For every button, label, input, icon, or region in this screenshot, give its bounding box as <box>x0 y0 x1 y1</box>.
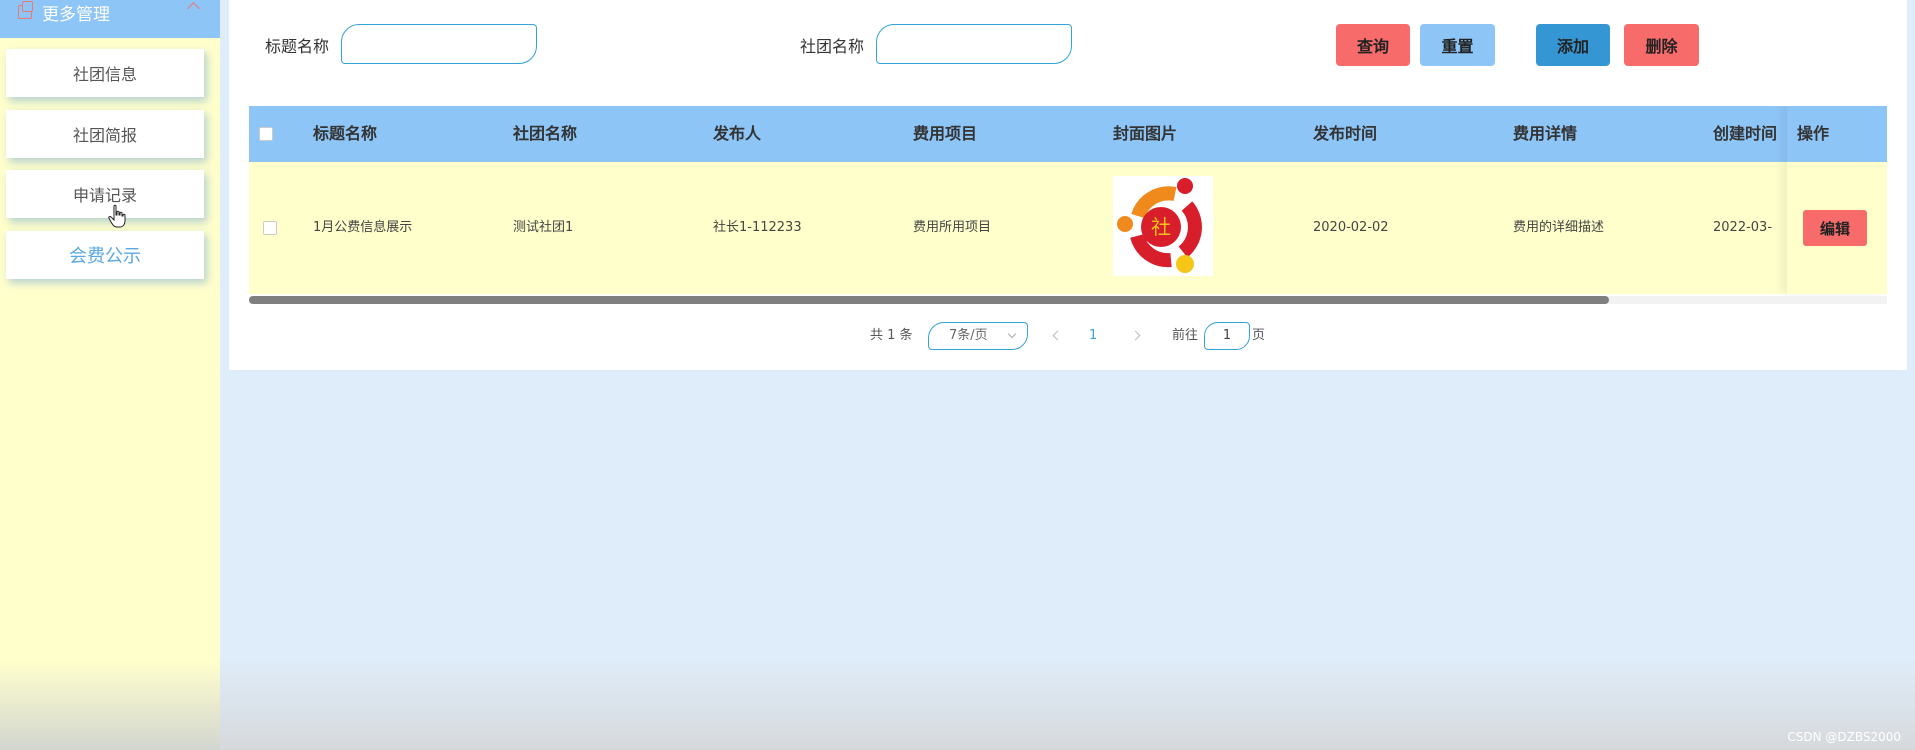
select-all-checkbox[interactable] <box>259 127 273 141</box>
hand-cursor-icon <box>108 204 126 228</box>
column-header-publish-time: 发布时间 <box>1313 124 1378 143</box>
column-header-cover: 封面图片 <box>1113 124 1178 143</box>
sidebar-item-label: 会费公示 <box>69 246 141 267</box>
content-panel: 标题名称 社团名称 查询 重置 添加 删除 标题名称 社团名称 发布人 费用项目… <box>229 0 1907 370</box>
scrollbar-thumb[interactable] <box>249 296 1609 304</box>
cover-image: 社 <box>1113 176 1213 276</box>
club-search-input[interactable] <box>876 24 1072 64</box>
page-unit-label: 页 <box>1252 328 1266 343</box>
sidebar-item-apply-records[interactable]: 申请记录 <box>6 170 204 218</box>
club-search-label: 社团名称 <box>800 37 865 56</box>
copy-icon <box>18 1 33 19</box>
column-header-fee-detail: 费用详情 <box>1513 124 1578 143</box>
table-row <box>249 162 1887 294</box>
page-size-value: 7条/页 <box>949 328 988 343</box>
sidebar-group-label: 更多管理 <box>42 4 110 25</box>
pagination-total: 共 1 条 <box>870 328 913 343</box>
prev-page-icon[interactable] <box>1052 330 1063 341</box>
sidebar-group-header[interactable]: 更多管理 <box>0 0 220 38</box>
svg-text:社: 社 <box>1151 215 1171 239</box>
sidebar: 更多管理 社团信息 社团简报 申请记录 会费公示 <box>0 0 220 750</box>
reset-button[interactable]: 重置 <box>1420 24 1495 66</box>
goto-page-input[interactable]: 1 <box>1204 322 1250 350</box>
edit-button[interactable]: 编辑 <box>1803 210 1867 246</box>
cell-fee-item: 费用所用项目 <box>913 220 992 235</box>
title-search-input[interactable] <box>341 24 537 64</box>
title-search-label: 标题名称 <box>265 37 330 56</box>
add-button[interactable]: 添加 <box>1536 24 1610 66</box>
column-header-fee-item: 费用项目 <box>913 124 978 143</box>
sidebar-item-club-info[interactable]: 社团信息 <box>6 49 204 97</box>
row-checkbox[interactable] <box>263 221 277 235</box>
sidebar-item-fee-notice[interactable]: 会费公示 <box>6 231 204 279</box>
sidebar-item-label: 社团简报 <box>72 126 137 145</box>
table-header <box>249 106 1887 162</box>
page-size-select[interactable]: 7条/页 <box>928 322 1028 350</box>
cell-fee-detail: 费用的详细描述 <box>1513 220 1605 235</box>
column-header-action: 操作 <box>1787 106 1887 162</box>
sidebar-fade <box>0 660 220 750</box>
watermark: CSDN @DZBS2000 <box>1787 730 1901 744</box>
sidebar-item-club-brief[interactable]: 社团简报 <box>6 110 204 158</box>
column-header-publisher: 发布人 <box>713 124 762 143</box>
action-column: 操作 编辑 <box>1787 106 1887 294</box>
current-page[interactable]: 1 <box>1089 322 1097 350</box>
sidebar-item-label: 社团信息 <box>72 65 137 84</box>
column-header-title: 标题名称 <box>313 124 378 143</box>
data-table: 标题名称 社团名称 发布人 费用项目 封面图片 发布时间 费用详情 创建时间 1… <box>249 106 1887 304</box>
delete-button[interactable]: 删除 <box>1624 24 1699 66</box>
chevron-up-icon[interactable] <box>187 2 200 15</box>
cell-create-time: 2022-03- <box>1713 220 1773 235</box>
column-header-create-time: 创建时间 <box>1713 124 1778 143</box>
cell-publisher: 社长1-112233 <box>713 220 802 235</box>
chevron-down-icon <box>1007 329 1017 339</box>
cell-club: 测试社团1 <box>513 220 574 235</box>
goto-label: 前往 <box>1172 328 1199 343</box>
club-logo-icon: 社 <box>1117 178 1202 273</box>
next-page-icon[interactable] <box>1130 330 1141 341</box>
cell-title: 1月公费信息展示 <box>313 220 413 235</box>
sidebar-item-label: 申请记录 <box>72 186 137 205</box>
action-cell: 编辑 <box>1787 162 1887 294</box>
query-button[interactable]: 查询 <box>1336 24 1410 66</box>
cell-publish-time: 2020-02-02 <box>1313 220 1389 235</box>
column-header-club: 社团名称 <box>513 124 578 143</box>
bottom-fade <box>220 660 1915 750</box>
